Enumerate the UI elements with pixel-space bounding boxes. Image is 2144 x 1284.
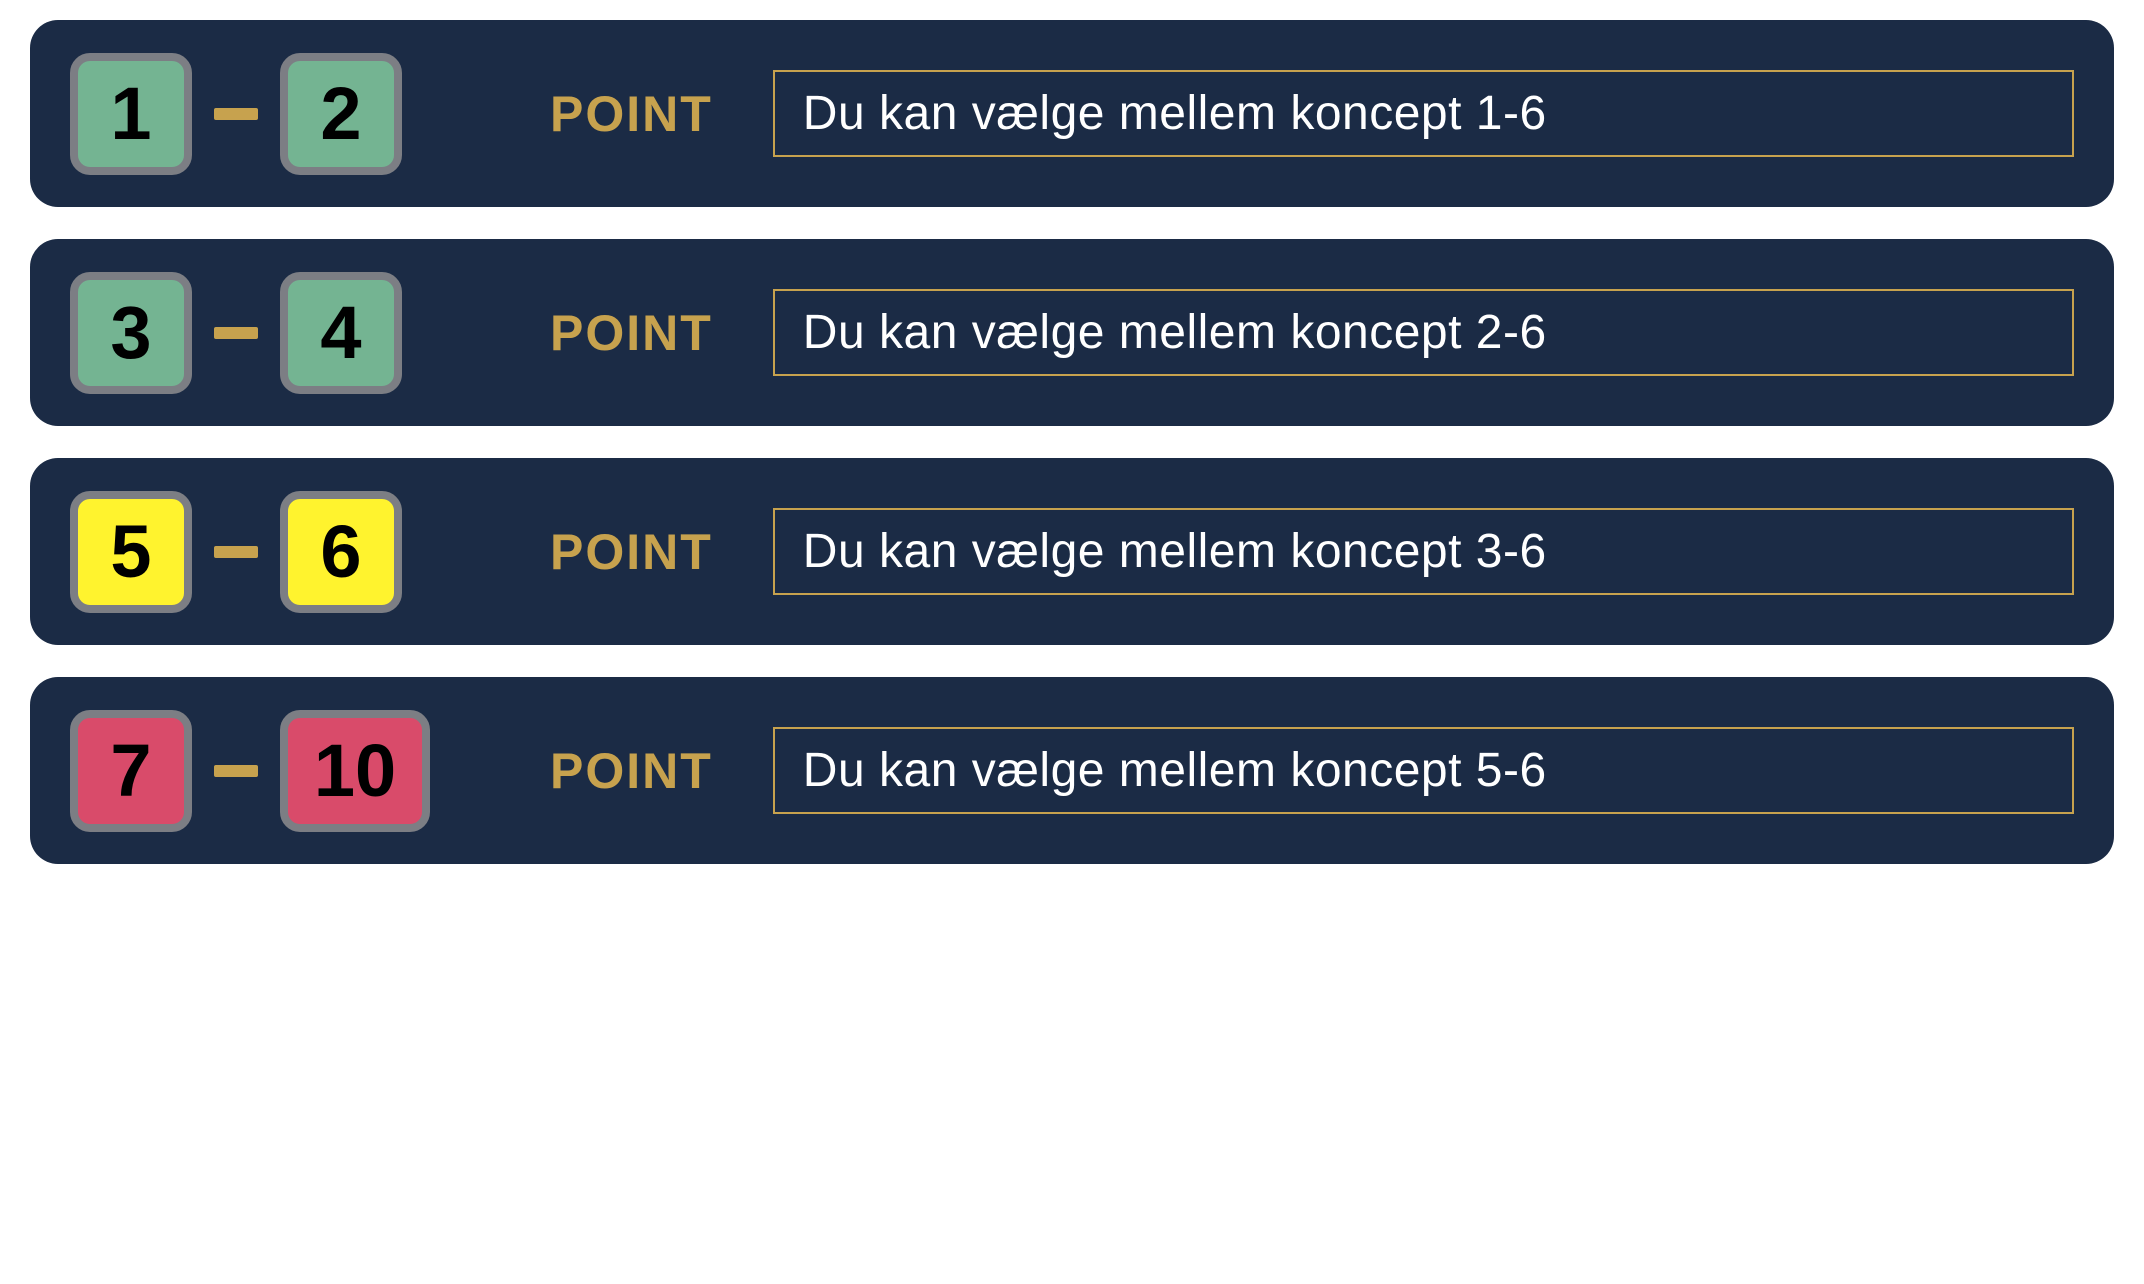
description-box: Du kan vælge mellem koncept 3-6 (773, 508, 2074, 595)
point-row: 5 6 POINT Du kan vælge mellem koncept 3-… (30, 458, 2114, 645)
range-from-tile: 5 (70, 491, 192, 613)
range-to-value: 10 (314, 728, 396, 813)
point-label: POINT (550, 304, 713, 362)
range-to-value: 2 (320, 71, 361, 156)
description-text: Du kan vælge mellem koncept 2-6 (803, 306, 1547, 359)
range-dash-icon (214, 327, 258, 339)
point-row: 7 10 POINT Du kan vælge mellem koncept 5… (30, 677, 2114, 864)
range-to-tile: 10 (280, 710, 430, 832)
range-from-value: 3 (110, 290, 151, 375)
description-box: Du kan vælge mellem koncept 1-6 (773, 70, 2074, 157)
description-box: Du kan vælge mellem koncept 5-6 (773, 727, 2074, 814)
range-to-tile: 4 (280, 272, 402, 394)
range-tile-group: 7 10 (70, 710, 520, 832)
point-label: POINT (550, 523, 713, 581)
range-tile-group: 3 4 (70, 272, 520, 394)
range-dash-icon (214, 765, 258, 777)
range-to-value: 6 (320, 509, 361, 594)
point-table: 1 2 POINT Du kan vælge mellem koncept 1-… (0, 0, 2144, 884)
range-tile-group: 5 6 (70, 491, 520, 613)
range-dash-icon (214, 108, 258, 120)
range-tile-group: 1 2 (70, 53, 520, 175)
description-text: Du kan vælge mellem koncept 5-6 (803, 744, 1547, 797)
range-from-tile: 7 (70, 710, 192, 832)
range-to-tile: 6 (280, 491, 402, 613)
range-to-value: 4 (320, 290, 361, 375)
range-dash-icon (214, 546, 258, 558)
range-from-tile: 1 (70, 53, 192, 175)
point-row: 1 2 POINT Du kan vælge mellem koncept 1-… (30, 20, 2114, 207)
range-from-tile: 3 (70, 272, 192, 394)
range-from-value: 5 (110, 509, 151, 594)
description-text: Du kan vælge mellem koncept 3-6 (803, 525, 1547, 578)
range-from-value: 7 (110, 728, 151, 813)
range-from-value: 1 (110, 71, 151, 156)
point-label: POINT (550, 85, 713, 143)
point-row: 3 4 POINT Du kan vælge mellem koncept 2-… (30, 239, 2114, 426)
range-to-tile: 2 (280, 53, 402, 175)
description-text: Du kan vælge mellem koncept 1-6 (803, 87, 1547, 140)
point-label: POINT (550, 742, 713, 800)
description-box: Du kan vælge mellem koncept 2-6 (773, 289, 2074, 376)
